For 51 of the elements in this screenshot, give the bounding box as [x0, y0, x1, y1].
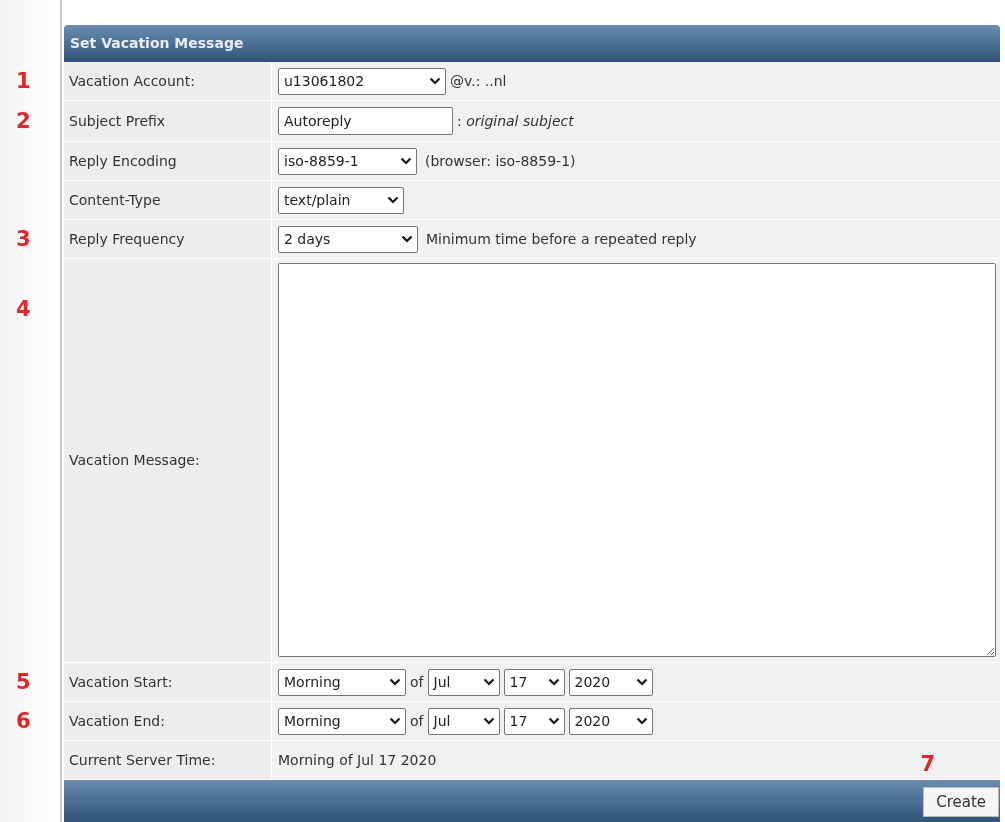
content-type-select[interactable]: text/plain	[278, 186, 404, 214]
annotation-number: 3	[16, 229, 31, 250]
chevron-down-icon	[400, 157, 412, 165]
year-select[interactable]: 2020	[568, 707, 653, 735]
field-note: : original subject	[457, 111, 574, 131]
field-label: Subject Prefix	[69, 111, 166, 131]
day-select[interactable]: 17	[503, 707, 565, 735]
panel-title: Set Vacation Message	[70, 34, 244, 53]
field-note: Morning of Jul 17 2020	[278, 750, 437, 770]
day-select[interactable]: 17	[503, 668, 565, 696]
field-note: @v.: ..nl	[450, 71, 507, 91]
time-select[interactable]: Morning	[278, 707, 406, 735]
field-note: of	[410, 672, 424, 692]
field-note: of	[410, 711, 424, 731]
create-button[interactable]: Create	[923, 787, 999, 817]
chevron-down-icon	[401, 235, 413, 243]
chevron-down-icon	[387, 196, 399, 204]
field-label: Current Server Time:	[69, 750, 216, 770]
annotation-number: 2	[16, 111, 31, 132]
field-label: Vacation Account:	[69, 71, 195, 91]
annotation-number: 6	[16, 711, 31, 732]
chevron-down-icon	[389, 678, 401, 686]
chevron-down-icon	[482, 717, 495, 725]
time-select[interactable]: Morning	[278, 668, 406, 696]
annotation-number: 1	[16, 71, 31, 92]
field-label: Content-Type	[69, 190, 161, 210]
field-note: Minimum time before a repeated reply	[426, 229, 697, 249]
chevron-down-icon	[429, 77, 441, 85]
encoding-select[interactable]: iso-8859-1	[278, 147, 417, 175]
field-label: Vacation End:	[69, 711, 165, 731]
chevron-down-icon	[635, 678, 648, 686]
month-select[interactable]: Jul	[427, 668, 500, 696]
chevron-down-icon	[547, 678, 560, 686]
chevron-down-icon	[389, 717, 401, 725]
field-label: Reply Frequency	[69, 229, 185, 249]
field-label: Reply Encoding	[69, 151, 177, 171]
subject-prefix-input[interactable]: Autoreply	[278, 107, 453, 135]
annotation-number: 7	[920, 754, 935, 775]
annotation-number: 5	[16, 672, 31, 693]
chevron-down-icon	[482, 678, 495, 686]
frequency-select[interactable]: 2 days	[278, 225, 418, 253]
chevron-down-icon	[547, 717, 560, 725]
field-label: Vacation Message:	[69, 451, 200, 470]
chevron-down-icon	[635, 717, 648, 725]
field-note: (browser: iso-8859-1)	[425, 151, 576, 171]
account-select[interactable]: u13061802	[278, 67, 446, 95]
message-textarea[interactable]	[278, 263, 996, 657]
year-select[interactable]: 2020	[568, 668, 653, 696]
month-select[interactable]: Jul	[427, 707, 500, 735]
field-label: Vacation Start:	[69, 672, 173, 692]
annotation-number: 4	[16, 299, 31, 320]
